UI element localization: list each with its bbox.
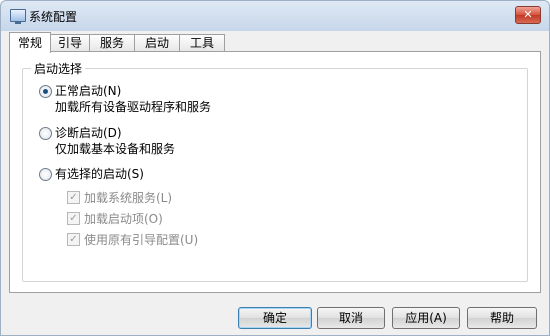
normal-startup-description: 加载所有设备驱动程序和服务 bbox=[55, 100, 212, 114]
tab-boot[interactable]: 引导 bbox=[50, 34, 90, 52]
system-configuration-window: 系统配置 ✕ 常规 引导 服务 启动 工具 启动选择 正常启动(N) 加载所有设… bbox=[0, 0, 550, 336]
close-button[interactable]: ✕ bbox=[515, 6, 541, 24]
window-title: 系统配置 bbox=[29, 10, 78, 24]
tab-general[interactable]: 常规 bbox=[9, 32, 51, 53]
diagnostic-startup-description: 仅加载基本设备和服务 bbox=[55, 142, 176, 156]
close-icon: ✕ bbox=[523, 8, 533, 21]
apply-button[interactable]: 应用(A) bbox=[392, 307, 460, 329]
normal-startup-radio[interactable] bbox=[39, 85, 52, 98]
startup-selection-legend: 启动选择 bbox=[31, 60, 86, 77]
load-system-services-checkbox[interactable]: ✓ bbox=[67, 191, 80, 204]
cancel-button[interactable]: 取消 bbox=[317, 307, 385, 329]
selective-startup-radio[interactable] bbox=[39, 168, 52, 181]
diagnostic-startup-label[interactable]: 诊断启动(D) bbox=[55, 124, 122, 141]
help-button[interactable]: 帮助 bbox=[467, 307, 537, 329]
load-system-services-label: 加载系统服务(L) bbox=[84, 191, 173, 205]
load-startup-items-label: 加载启动项(O) bbox=[84, 212, 163, 226]
use-original-boot-config-checkbox[interactable]: ✓ bbox=[67, 233, 80, 246]
tab-tools[interactable]: 工具 bbox=[179, 34, 225, 52]
general-tab-panel: 启动选择 正常启动(N) 加载所有设备驱动程序和服务 诊断启动(D) 仅加载基本… bbox=[9, 51, 541, 293]
tab-services[interactable]: 服务 bbox=[89, 34, 135, 52]
selective-startup-label[interactable]: 有选择的启动(S) bbox=[55, 165, 144, 182]
diagnostic-startup-radio[interactable] bbox=[39, 127, 52, 140]
use-original-boot-config-label: 使用原有引导配置(U) bbox=[84, 233, 199, 247]
normal-startup-label[interactable]: 正常启动(N) bbox=[55, 82, 121, 99]
computer-icon bbox=[10, 9, 26, 24]
tab-startup[interactable]: 启动 bbox=[134, 34, 180, 52]
title-bar: 系统配置 ✕ bbox=[1, 1, 549, 31]
ok-button[interactable]: 确定 bbox=[238, 307, 312, 329]
startup-selection-group: 启动选择 正常启动(N) 加载所有设备驱动程序和服务 诊断启动(D) 仅加载基本… bbox=[22, 60, 528, 282]
load-startup-items-checkbox[interactable]: ✓ bbox=[67, 212, 80, 225]
